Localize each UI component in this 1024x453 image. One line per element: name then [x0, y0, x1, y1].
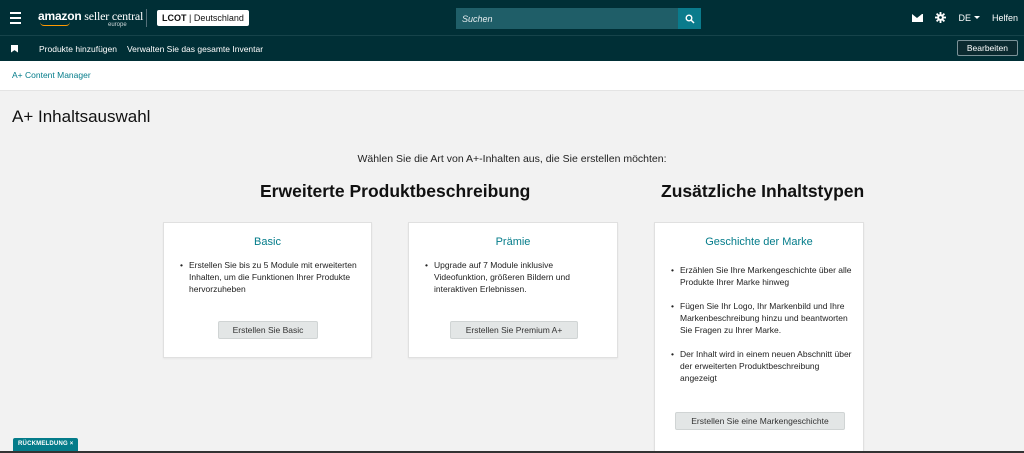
- menu-icon[interactable]: [0, 0, 30, 35]
- language-label: DE: [958, 12, 971, 23]
- close-icon[interactable]: ×: [70, 441, 74, 447]
- logo-main: amazon: [38, 9, 82, 23]
- card-bullets: Upgrade auf 7 Module inklusive Videofunk…: [425, 259, 607, 295]
- feedback-label: RÜCKMELDUNG: [18, 441, 68, 447]
- create-brand-story-button[interactable]: Erstellen Sie eine Markengeschichte: [675, 412, 845, 430]
- list-item: Fügen Sie Ihr Logo, Ihr Markenbild und I…: [671, 300, 853, 336]
- create-basic-button[interactable]: Erstellen Sie Basic: [218, 321, 318, 339]
- intro-text: Wählen Sie die Art von A+-Inhalten aus, …: [357, 153, 667, 165]
- nav-item-manage-inventory[interactable]: Verwalten Sie das gesamte Inventar: [127, 44, 263, 54]
- list-item: Der Inhalt wird in einem neuen Abschnitt…: [671, 348, 853, 384]
- logo-sub: seller central: [84, 9, 144, 23]
- bookmark-icon[interactable]: [11, 44, 18, 53]
- card-bullets: Erstellen Sie bis zu 5 Module mit erweit…: [180, 259, 361, 295]
- card-brand-story: Geschichte der Marke Erzählen Sie Ihre M…: [654, 222, 864, 453]
- search-button[interactable]: [678, 8, 701, 29]
- logo[interactable]: amazon seller central europe: [38, 0, 143, 35]
- feedback-button[interactable]: RÜCKMELDUNG ×: [13, 438, 79, 451]
- nav-item-add-products[interactable]: Produkte hinzufügen: [39, 44, 117, 54]
- create-premium-button[interactable]: Erstellen Sie Premium A+: [450, 321, 578, 339]
- card-title: Basic: [254, 236, 281, 248]
- mail-icon[interactable]: [912, 13, 924, 22]
- account-switcher[interactable]: LCOT | Deutschland: [157, 9, 249, 26]
- card-title: Prämie: [495, 236, 531, 248]
- card-basic: Basic Erstellen Sie bis zu 5 Module mit …: [163, 222, 372, 358]
- page-title: A+ Inhaltsauswahl: [12, 107, 151, 126]
- search-bar: [456, 8, 701, 29]
- breadcrumb-bar: A+ Content Manager: [0, 61, 1024, 91]
- account-country: Deutschland: [193, 12, 244, 23]
- card-bullets: Erzählen Sie Ihre Markengeschichte über …: [671, 264, 853, 384]
- section-title-additional: Zusätzliche Inhaltstypen: [661, 181, 865, 201]
- header-actions: DE Helfen: [912, 0, 1018, 35]
- header-divider: [146, 8, 147, 27]
- list-item: Erzählen Sie Ihre Markengeschichte über …: [671, 264, 853, 288]
- top-bar: amazon seller central europe LCOT | Deut…: [0, 0, 1024, 35]
- nav-bar: Produkte hinzufügen Verwalten Sie das ge…: [0, 35, 1024, 61]
- language-selector[interactable]: DE: [958, 13, 980, 23]
- account-code: LCOT: [162, 12, 187, 23]
- list-item: Erstellen Sie bis zu 5 Module mit erweit…: [180, 259, 361, 295]
- help-link[interactable]: Helfen: [992, 13, 1018, 23]
- logo-smile: [40, 22, 70, 26]
- list-item: Upgrade auf 7 Module inklusive Videofunk…: [425, 259, 607, 295]
- gear-icon[interactable]: [935, 12, 947, 23]
- card-premium: Prämie Upgrade auf 7 Module inklusive Vi…: [408, 222, 618, 358]
- section-title-extended: Erweiterte Produktbeschreibung: [260, 181, 531, 201]
- search-icon: [685, 14, 695, 24]
- chevron-down-icon: [973, 16, 980, 19]
- search-input[interactable]: [456, 8, 678, 29]
- edit-button[interactable]: Bearbeiten: [956, 40, 1018, 56]
- logo-region: europe: [108, 22, 127, 28]
- card-title: Geschichte der Marke: [705, 236, 813, 248]
- breadcrumb[interactable]: A+ Content Manager: [12, 70, 91, 80]
